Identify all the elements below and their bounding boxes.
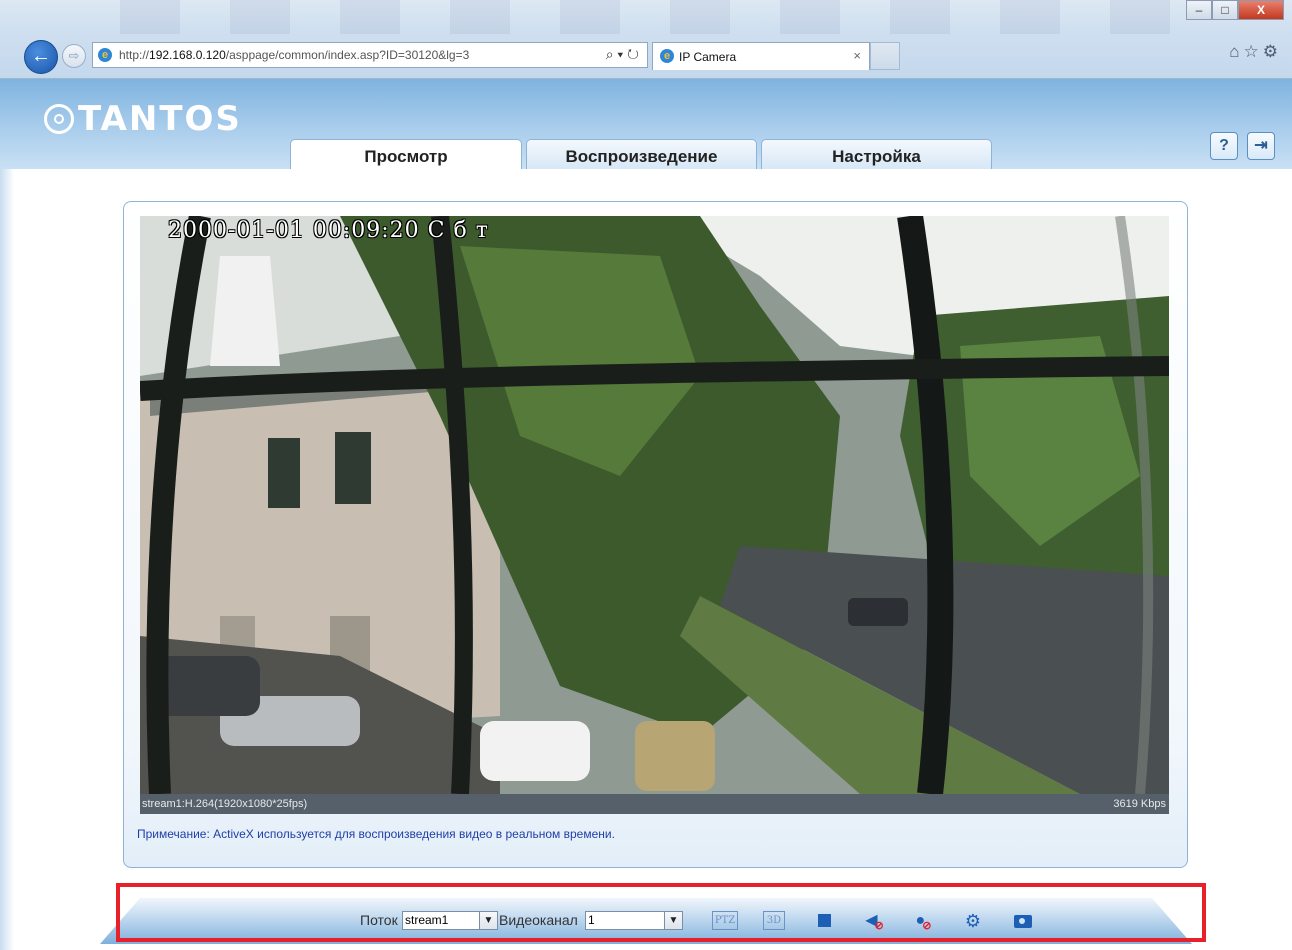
close-window-button[interactable]: X [1238,0,1284,20]
video-status-bar: stream1:H.264(1920x1080*25fps) 3619 Kbps [140,794,1169,814]
activex-note: Примечание: ActiveX используется для вос… [137,827,615,841]
page-header: TANTOS Просмотр Воспроизведение Настройк… [0,79,1292,170]
tab-view[interactable]: Просмотр [290,139,522,170]
video-timestamp-overlay: 2000-01-01 00:09:20 С б т [168,218,489,243]
address-url[interactable]: http://192.168.0.120/asppage/common/inde… [119,48,469,62]
browser-chrome: ← ⇨ e http://192.168.0.120/asppage/commo… [0,0,1292,79]
tab-playback[interactable]: Воспроизведение [526,139,757,170]
address-tools[interactable]: ⌕ ▾ ↻ [606,46,639,63]
tab-settings[interactable]: Настройка [761,139,992,170]
help-button[interactable]: ? [1210,132,1238,160]
logo-text: TANTOS [78,99,242,139]
stream-info: stream1:H.264(1920x1080*25fps) [142,798,308,810]
tantos-logo: TANTOS [44,99,242,139]
browser-background-thumbnails [120,0,1180,34]
close-tab-icon[interactable]: × [853,48,861,63]
ie-tab-icon: e [660,49,674,63]
new-tab-button[interactable] [870,42,900,70]
browser-tab-ip-camera[interactable]: e IP Camera × [652,42,870,70]
red-highlight-frame [116,883,1206,942]
logout-button[interactable]: ⇥ [1247,132,1275,160]
browser-tab-title: IP Camera [679,50,737,64]
forward-button[interactable]: ⇨ [62,44,86,68]
video-frame-scene [140,216,1169,794]
back-button[interactable]: ← [24,40,58,74]
maximize-button[interactable]: □ [1212,0,1238,20]
live-video[interactable]: 2000-01-01 00:09:20 С б т [140,216,1169,794]
window-controls: – □ X [1186,0,1284,22]
logo-mark-icon [44,104,74,134]
home-favorites-settings-icons[interactable]: ⌂☆⚙ [1229,42,1282,62]
address-bar[interactable]: e http://192.168.0.120/asppage/common/in… [92,42,648,68]
ie-icon: e [98,48,112,62]
bitrate: 3619 Kbps [1113,798,1166,810]
left-edge-gradient [0,169,14,950]
minimize-button[interactable]: – [1186,0,1212,20]
